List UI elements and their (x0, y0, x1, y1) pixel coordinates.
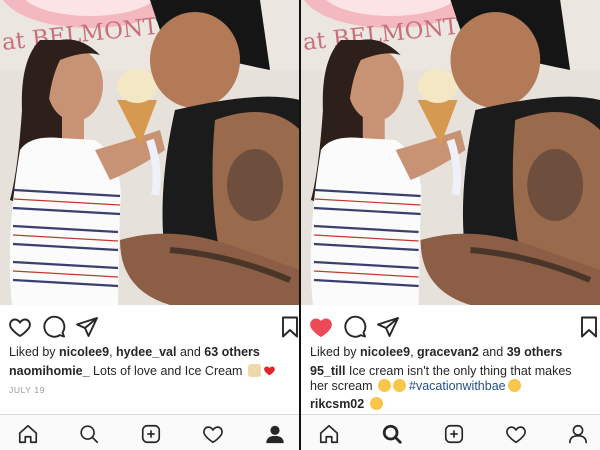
username-link[interactable]: 95_till (310, 364, 345, 378)
post-actions (301, 315, 600, 339)
heart-icon (310, 318, 332, 338)
comment-button[interactable] (42, 315, 66, 339)
comment-icon (43, 315, 66, 338)
likes-count: Liked by nicolee9, hydee_val and 63 othe… (9, 345, 260, 359)
liker-link[interactable]: hydee_val (116, 345, 176, 359)
comment-button[interactable] (343, 315, 367, 339)
username-link[interactable]: naomihomie_ (9, 364, 90, 378)
profile-icon (266, 425, 284, 444)
post-date: JULY 19 (9, 385, 46, 395)
thinking-emoji-icon (378, 379, 391, 392)
activity-icon (203, 426, 223, 444)
comment-icon (344, 315, 367, 338)
grimace-emoji-icon (369, 397, 383, 410)
comment-line: rikcsm02 (310, 397, 383, 411)
share-button[interactable] (75, 315, 99, 339)
tab-profile[interactable] (567, 423, 589, 445)
bottom-tab-bar (301, 414, 600, 450)
share-button[interactable] (376, 315, 400, 339)
liker-link[interactable]: gracevan2 (417, 345, 479, 359)
post-actions (0, 315, 300, 339)
username-link[interactable]: rikcsm02 (310, 397, 364, 411)
tab-activity[interactable] (202, 423, 224, 445)
share-icon (377, 317, 399, 337)
like-button[interactable] (309, 315, 333, 339)
post-caption: 95_till Ice cream isn't the only thing t… (310, 364, 572, 393)
like-button[interactable] (8, 315, 32, 339)
tab-profile[interactable] (264, 423, 286, 445)
red-heart-emoji-icon (263, 364, 276, 377)
search-icon (382, 424, 402, 444)
home-icon (18, 424, 38, 444)
tab-search[interactable] (78, 423, 100, 445)
post-photo[interactable]: at BELMONT P (0, 0, 300, 305)
tab-new-post[interactable] (443, 423, 465, 445)
add-post-icon (141, 424, 161, 444)
bookmark-icon (581, 316, 597, 338)
share-icon (76, 317, 98, 337)
likes-count: Liked by nicolee9, gracevan2 and 39 othe… (310, 345, 563, 359)
tab-new-post[interactable] (140, 423, 162, 445)
others-link[interactable]: 39 others (507, 345, 563, 359)
home-icon (319, 424, 339, 444)
instagram-post-right: at BELMONT P Liked by nicolee9, gracevan… (301, 0, 600, 450)
profile-icon (568, 424, 588, 444)
laughing-emoji-icon (393, 379, 406, 392)
activity-icon (506, 426, 526, 444)
post-photo[interactable]: at BELMONT P (301, 0, 600, 305)
tab-search[interactable] (381, 423, 403, 445)
post-caption: naomihomie_ Lots of love and Ice Cream (9, 364, 289, 379)
bookmark-icon (282, 316, 298, 338)
tab-activity[interactable] (505, 423, 527, 445)
add-post-icon (444, 424, 464, 444)
search-icon (80, 425, 99, 444)
save-button[interactable] (577, 315, 600, 339)
heart-icon (9, 318, 31, 338)
save-button[interactable] (278, 315, 300, 339)
tab-home[interactable] (318, 423, 340, 445)
liker-link[interactable]: nicolee9 (360, 345, 410, 359)
others-link[interactable]: 63 others (204, 345, 260, 359)
bottom-tab-bar (0, 414, 300, 450)
kiss-emoji-icon (507, 379, 521, 392)
hashtag-link[interactable]: #vacationwithbae (409, 379, 506, 393)
liker-link[interactable]: nicolee9 (59, 345, 109, 359)
ice-cream-emoji-icon (247, 364, 261, 377)
tab-home[interactable] (17, 423, 39, 445)
instagram-post-left: at BELMONT P Liked by nicolee9, hydee_va… (0, 0, 300, 450)
screenshot-comparison: at BELMONT P Liked by nicolee9, hydee_va… (0, 0, 600, 450)
